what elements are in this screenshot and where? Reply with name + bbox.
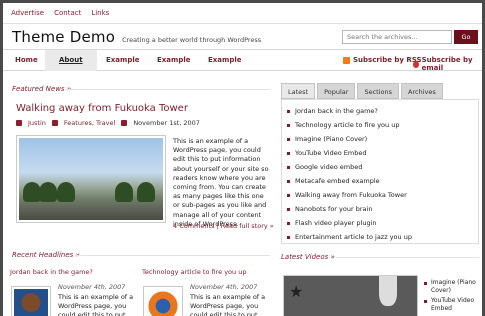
- page: Advertise Contact Links Theme Demo Creat…: [3, 3, 482, 316]
- bullet-icon: [287, 109, 290, 113]
- links-link[interactable]: Links: [91, 9, 109, 17]
- subscribe-rss-label: Subscribe by RSS: [353, 56, 422, 64]
- sidebar-tabs: Latest Popular Sections Archives: [281, 83, 443, 99]
- list-item[interactable]: Metacafe embed example: [287, 174, 412, 188]
- star-icon: ★: [289, 282, 304, 301]
- recent-thumb-2[interactable]: [143, 286, 183, 316]
- bullet-icon: [287, 123, 290, 127]
- divider: [75, 255, 270, 256]
- divider: [3, 23, 482, 24]
- bullet-icon: [287, 221, 290, 225]
- advertise-link[interactable]: Advertise: [11, 9, 44, 17]
- list-item[interactable]: Jordan back in the game?: [287, 104, 412, 118]
- list-item[interactable]: YouTube Video Embed: [424, 297, 482, 313]
- recent-title-2[interactable]: Technology article to fire you up: [142, 268, 246, 276]
- video-thumbnail[interactable]: ★: [283, 275, 418, 316]
- bullet-icon: [287, 151, 290, 155]
- nav-home[interactable]: Home: [15, 50, 38, 71]
- separator: |: [216, 222, 219, 230]
- contact-link[interactable]: Contact: [54, 9, 81, 17]
- bullet-icon: [287, 165, 290, 169]
- site-tagline: Creating a better world through WordPres…: [122, 36, 262, 44]
- featured-date: November 1st, 2007: [133, 119, 200, 127]
- list-item[interactable]: Imagine (Piano Cover): [424, 279, 482, 295]
- author-icon: [16, 120, 22, 126]
- latest-list: Jordan back in the game? Technology arti…: [287, 104, 412, 244]
- bullet-icon: [287, 207, 290, 211]
- bullet-icon: [287, 179, 290, 183]
- bullet-icon: [287, 235, 290, 239]
- featured-categories[interactable]: Features, Travel: [64, 119, 115, 127]
- recent-date-2: November 4th, 2007: [190, 283, 258, 291]
- recent-title-1[interactable]: Jordan back in the game?: [10, 268, 93, 276]
- list-item[interactable]: Flash video player plugin: [287, 216, 412, 230]
- recent-heading[interactable]: Recent Headlines »: [12, 251, 80, 259]
- subscribe-email-link[interactable]: Subscribe by email: [413, 56, 482, 72]
- list-item[interactable]: Imagine (Piano Cover): [287, 132, 412, 146]
- list-item[interactable]: Nanobots for your brain: [287, 202, 412, 216]
- recent-text-2: This is an example of a WordPress page, …: [190, 293, 266, 316]
- list-item[interactable]: Technology article to fire you up: [287, 118, 412, 132]
- tab-archives[interactable]: Archives: [401, 83, 443, 99]
- nav-example-3[interactable]: Example: [208, 50, 241, 71]
- list-item[interactable]: Google video embed: [287, 160, 412, 174]
- bullet-icon: [287, 193, 290, 197]
- nav-example-2[interactable]: Example: [157, 50, 190, 71]
- recent-thumb-1[interactable]: [11, 286, 51, 316]
- featured-image[interactable]: [16, 135, 166, 223]
- featured-heading[interactable]: Featured News »: [12, 85, 71, 93]
- read-more-link[interactable]: Read full story »: [221, 222, 274, 230]
- divider: [336, 257, 479, 258]
- search-button[interactable]: Go: [454, 30, 478, 44]
- recent-text-1: This is an example of a WordPress page, …: [58, 293, 134, 316]
- bullet-icon: [424, 282, 427, 285]
- list-item[interactable]: Entertainment article to jazz you up: [287, 230, 412, 244]
- divider: [65, 89, 270, 90]
- site-title[interactable]: Theme Demo: [12, 28, 115, 46]
- tab-popular[interactable]: Popular: [317, 83, 356, 99]
- recent-date-1: November 4th, 2007: [58, 283, 126, 291]
- featured-author[interactable]: Justin: [28, 119, 46, 127]
- top-links: Advertise Contact Links: [11, 9, 109, 17]
- calendar-icon: [121, 120, 128, 126]
- tab-latest[interactable]: Latest: [281, 83, 316, 99]
- bullet-icon: [424, 300, 427, 303]
- comments-link[interactable]: 4 Comments: [173, 222, 214, 230]
- main-nav: Home About Example Example Example Subsc…: [3, 49, 482, 72]
- featured-title[interactable]: Walking away from Fukuoka Tower: [16, 103, 188, 114]
- tab-sections[interactable]: Sections: [357, 83, 400, 99]
- subscribe-rss-link[interactable]: Subscribe by RSS: [343, 56, 422, 64]
- featured-meta: Justin Features, Travel November 1st, 20…: [16, 119, 200, 127]
- list-item[interactable]: YouTube Video Embed: [287, 146, 412, 160]
- featured-links: 4 Comments | Read full story »: [173, 222, 274, 230]
- email-icon: [413, 60, 419, 68]
- list-item[interactable]: Walking away from Fukuoka Tower: [287, 188, 412, 202]
- videos-list: Imagine (Piano Cover) YouTube Video Embe…: [424, 279, 482, 315]
- subscribe-email-label: Subscribe by email: [421, 56, 473, 72]
- nav-about[interactable]: About: [45, 50, 97, 71]
- featured-excerpt: This is an example of a WordPress page, …: [173, 137, 269, 228]
- bullet-icon: [287, 137, 290, 141]
- category-icon: [51, 120, 58, 126]
- search-input[interactable]: [342, 30, 452, 44]
- videos-heading[interactable]: Latest Videos »: [281, 253, 335, 261]
- nav-example-1[interactable]: Example: [106, 50, 139, 71]
- rss-icon: [343, 56, 350, 64]
- site-header: Theme Demo Creating a better world throu…: [12, 28, 261, 46]
